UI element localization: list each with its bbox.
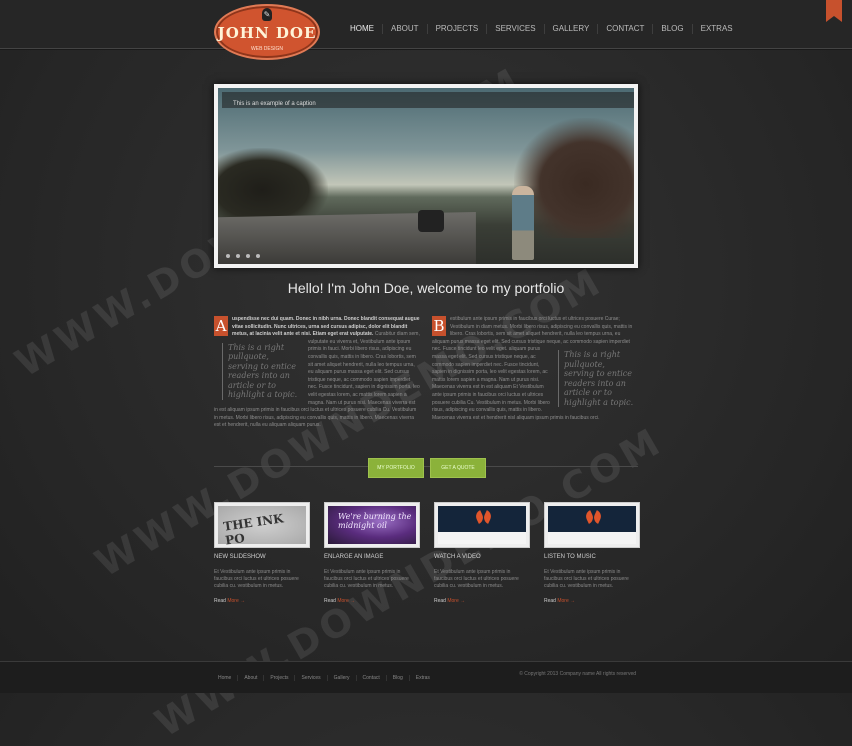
- pull-quote: This is a right pullquote, serving to en…: [558, 350, 636, 408]
- main-nav: HOME ABOUT PROJECTS SERVICES GALLERY CON…: [342, 24, 741, 34]
- feature-thumb-music[interactable]: [544, 502, 640, 548]
- nav-item-about[interactable]: ABOUT: [382, 24, 427, 34]
- bookmark-ribbon-icon[interactable]: [826, 0, 842, 22]
- feature-text: Et Vestibulum ante ipsum primis in fauci…: [214, 569, 299, 589]
- copyright-text: © Copyright 2013 Company name All rights…: [519, 671, 636, 677]
- slide-person: [512, 186, 534, 260]
- nav-item-extras[interactable]: EXTRAS: [691, 24, 741, 34]
- intro-column-b: B estibulum ante ipsum primis in faucibu…: [432, 316, 638, 422]
- read-more-link[interactable]: Read More →: [324, 598, 420, 605]
- slide-car: [418, 210, 444, 232]
- slider-dot[interactable]: [236, 254, 240, 258]
- arrow-right-icon: →: [240, 598, 246, 604]
- slide-caption: This is an example of a caption: [233, 101, 316, 107]
- footer-link-projects[interactable]: Projects: [263, 675, 294, 681]
- feature-text: Et Vestibulum ante ipsum primis in fauci…: [434, 569, 519, 589]
- leaf-logo-icon: [476, 511, 492, 525]
- read-more-link[interactable]: Read More →: [214, 598, 310, 605]
- video-thumb-image: [438, 506, 526, 532]
- arrow-right-icon: →: [570, 598, 576, 604]
- more-label: More: [227, 598, 239, 604]
- footer-link-extras[interactable]: Extras: [408, 675, 436, 681]
- feature-text: Et Vestibulum ante ipsum primis in fauci…: [324, 569, 409, 589]
- midnight-oil-image: We're burning the midnight oil: [328, 506, 416, 544]
- drop-cap: B: [432, 316, 446, 336]
- read-more-label: Read: [214, 598, 226, 604]
- slider-dot[interactable]: [256, 254, 260, 258]
- thumb-lower-band: [548, 532, 636, 544]
- feature-item: NEW SLIDESHOW Et Vestibulum ante ipsum p…: [214, 554, 310, 605]
- logo-name: JOHN DOE: [217, 24, 317, 42]
- feature-text: Et Vestibulum ante ipsum primis in fauci…: [544, 569, 629, 589]
- feature-item: ENLARGE AN IMAGE Et Vestibulum ante ipsu…: [324, 554, 420, 605]
- feature-title: WATCH A VIDEO: [434, 554, 481, 560]
- more-label: More: [337, 598, 349, 604]
- site-footer: Home About Projects Services Gallery Con…: [0, 661, 852, 693]
- thumb-lower-band: [438, 532, 526, 544]
- footer-link-blog[interactable]: Blog: [385, 675, 409, 681]
- more-label: More: [447, 598, 459, 604]
- pen-icon: ✎: [262, 8, 272, 21]
- read-more-link[interactable]: Read More →: [434, 598, 530, 605]
- hero-slider[interactable]: This is an example of a caption: [214, 84, 638, 268]
- logo-tagline: WEB DESIGN: [251, 46, 283, 52]
- feature-thumb-enlarge[interactable]: We're burning the midnight oil: [324, 502, 420, 548]
- footer-link-services[interactable]: Services: [294, 675, 326, 681]
- my-portfolio-button[interactable]: MY PORTFOLIO: [368, 458, 424, 478]
- footer-link-about[interactable]: About: [237, 675, 263, 681]
- read-more-label: Read: [434, 598, 446, 604]
- cta-buttons: MY PORTFOLIO GET A QUOTE: [368, 458, 486, 478]
- thumb-text: THE INK PO: [222, 511, 285, 548]
- site-logo[interactable]: ✎ JOHN DOE WEB DESIGN: [214, 4, 320, 60]
- slider-dot[interactable]: [226, 254, 230, 258]
- feature-title: ENLARGE AN IMAGE: [324, 554, 384, 560]
- slide-image: This is an example of a caption: [218, 88, 634, 264]
- drop-cap: A: [214, 316, 228, 336]
- slider-dot[interactable]: [246, 254, 250, 258]
- thumb-text: We're burning the midnight oil: [338, 512, 412, 530]
- feature-thumb-video[interactable]: [434, 502, 530, 548]
- slide-trees-left: [218, 148, 328, 218]
- music-thumb-image: [548, 506, 636, 532]
- footer-link-home[interactable]: Home: [218, 675, 237, 681]
- arrow-right-icon: →: [460, 598, 466, 604]
- feature-item: LISTEN TO MUSIC Et Vestibulum ante ipsum…: [544, 554, 640, 605]
- nav-item-blog[interactable]: BLOG: [652, 24, 691, 34]
- nav-item-home[interactable]: HOME: [342, 24, 382, 34]
- slider-pagination: [226, 254, 260, 258]
- nav-item-gallery[interactable]: GALLERY: [543, 24, 598, 34]
- leaf-logo-icon: [586, 511, 602, 525]
- pull-quote: This is a right pullquote, serving to en…: [222, 342, 300, 400]
- feature-thumb-slideshow[interactable]: THE INK PO: [214, 502, 310, 548]
- nav-item-projects[interactable]: PROJECTS: [426, 24, 487, 34]
- ink-badge-image: THE INK PO: [218, 506, 306, 548]
- get-a-quote-button[interactable]: GET A QUOTE: [430, 458, 486, 478]
- arrow-right-icon: →: [350, 598, 356, 604]
- read-more-label: Read: [544, 598, 556, 604]
- feature-item: WATCH A VIDEO Et Vestibulum ante ipsum p…: [434, 554, 530, 605]
- footer-link-contact[interactable]: Contact: [355, 675, 386, 681]
- nav-item-contact[interactable]: CONTACT: [597, 24, 652, 34]
- intro-column-a: A uspendisse nec dui quam. Donec in nibh…: [214, 316, 420, 430]
- more-label: More: [557, 598, 569, 604]
- nav-item-services[interactable]: SERVICES: [486, 24, 543, 34]
- feature-title: LISTEN TO MUSIC: [544, 554, 596, 560]
- welcome-heading: Hello! I'm John Doe, welcome to my portf…: [287, 280, 565, 296]
- read-more-label: Read: [324, 598, 336, 604]
- read-more-link[interactable]: Read More →: [544, 598, 640, 605]
- footer-nav: Home About Projects Services Gallery Con…: [218, 675, 436, 681]
- footer-link-gallery[interactable]: Gallery: [326, 675, 356, 681]
- feature-title: NEW SLIDESHOW: [214, 554, 266, 560]
- slide-caption-bar: This is an example of a caption: [222, 92, 634, 108]
